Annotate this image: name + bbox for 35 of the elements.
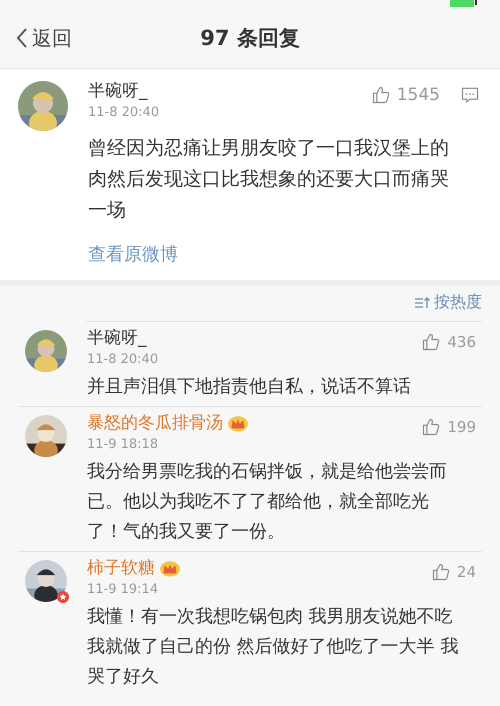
like-button[interactable]: 199 <box>421 417 476 437</box>
crown-icon <box>227 414 249 432</box>
timestamp: 11-9 18:18 <box>87 436 160 454</box>
timestamp: 11-9 19:14 <box>87 581 160 599</box>
page-title: 97 条回复 <box>199 25 301 52</box>
sort-icon <box>414 296 430 310</box>
thumbs-up-icon <box>421 417 442 437</box>
timestamp: 11-8 20:40 <box>87 351 160 369</box>
like-count: 199 <box>447 418 476 436</box>
comment-text: 并且声泪俱下地指责他自私，说话不算话 <box>87 375 412 399</box>
like-count: 1545 <box>396 85 440 105</box>
like-count: 436 <box>447 333 476 351</box>
username[interactable]: 暴怒的冬瓜排骨汤 <box>87 411 223 435</box>
like-count: 24 <box>456 563 476 581</box>
sort-button[interactable]: 按热度 <box>414 292 482 313</box>
view-original-link[interactable]: 查看原微博 <box>88 242 178 266</box>
chevron-icon <box>16 27 28 49</box>
back-button[interactable]: 返回 <box>0 24 72 52</box>
thumbs-up-icon <box>430 562 451 582</box>
badge-icon <box>57 591 69 603</box>
battery-icon <box>450 0 480 8</box>
username[interactable]: 半碗呀_ <box>87 326 146 350</box>
thumbs-up-icon <box>421 332 442 352</box>
username[interactable]: 柿子软糖 <box>87 556 155 580</box>
comment-text: 我懂！有一次我想吃锅包肉 我男朋友说她不吃我就做了自己的份 然后做好了他吃了一大半 我哭了好久 <box>87 605 460 689</box>
thumbs-up-icon <box>370 85 391 105</box>
timestamp: 11-8 20:40 <box>88 104 160 122</box>
comment-text: 我分给男票吃我的石锅拌饭，就是给他尝尝而已。他以为我吃不了了都给他，就全部吃光了！气的我又要了一份。 <box>87 460 448 544</box>
comment-icon[interactable] <box>460 85 480 105</box>
crown-icon <box>159 559 181 577</box>
like-button[interactable]: 24 <box>430 562 476 582</box>
username[interactable]: 半碗呀_ <box>88 79 148 103</box>
post-text: 曾经因为忍痛让男朋友咬了一口我汉堡上的肉然后发现这口比我想象的还要大口而痛哭一场 <box>88 136 450 223</box>
like-button[interactable]: 436 <box>421 332 476 352</box>
like-button[interactable]: 1545 <box>370 85 440 105</box>
